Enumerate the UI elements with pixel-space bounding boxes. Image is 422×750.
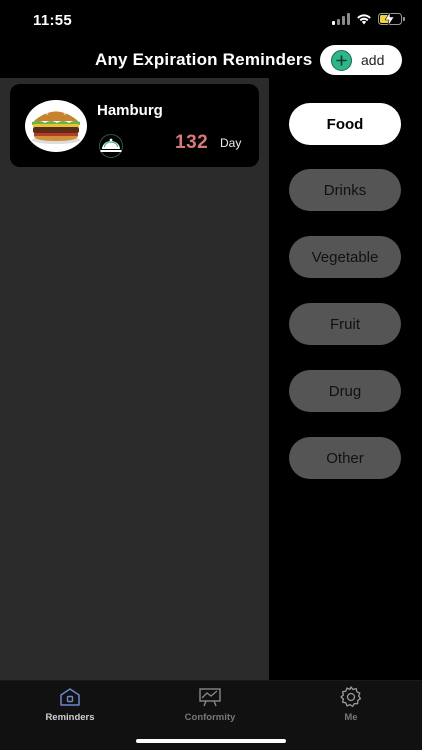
category-food[interactable]: Food — [289, 103, 401, 145]
status-bar: 11:55 — [0, 0, 422, 44]
tab-label: Reminders — [45, 712, 95, 723]
battery-icon — [378, 12, 405, 26]
chart-board-icon — [199, 688, 221, 707]
add-button[interactable]: add — [320, 45, 402, 75]
category-other[interactable]: Other — [289, 437, 401, 479]
category-fruit[interactable]: Fruit — [289, 303, 401, 345]
add-button-label: add — [361, 52, 385, 68]
reminder-list: Hamburg 132 Day — [0, 78, 269, 680]
gear-icon — [340, 686, 362, 708]
reminder-card[interactable]: Hamburg 132 Day — [10, 84, 259, 167]
page-title: Any Expiration Reminders — [95, 50, 313, 69]
home-icon — [60, 688, 80, 706]
wifi-icon — [357, 14, 371, 25]
status-time: 11:55 — [33, 12, 73, 29]
tab-label: Me — [344, 712, 358, 723]
cellular-signal-icon — [332, 13, 350, 25]
tab-me[interactable]: Me — [301, 686, 401, 726]
hamburger-image — [25, 100, 87, 152]
category-drug[interactable]: Drug — [289, 370, 401, 412]
category-filter: Food Drinks Vegetable Fruit Drug Other — [269, 78, 422, 680]
tab-conformity[interactable]: Conformity — [160, 686, 260, 726]
plus-icon — [331, 49, 352, 71]
status-icons — [332, 12, 405, 26]
reminder-name: Hamburg — [97, 102, 163, 119]
tab-label: Conformity — [184, 712, 236, 723]
cloche-icon — [99, 134, 123, 158]
days-remaining: 132 — [175, 132, 209, 153]
days-unit: Day — [220, 136, 242, 150]
tab-reminders[interactable]: Reminders — [20, 686, 120, 726]
category-drinks[interactable]: Drinks — [289, 169, 401, 211]
home-indicator — [136, 739, 286, 743]
header: Any Expiration Reminders add — [0, 44, 422, 78]
category-vegetable[interactable]: Vegetable — [289, 236, 401, 278]
